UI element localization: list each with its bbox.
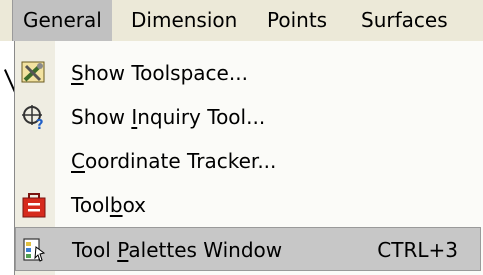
svg-text:?: ?	[36, 118, 44, 130]
menu-item-label: Toolbox	[71, 193, 147, 217]
menu-general[interactable]: General	[12, 0, 112, 41]
general-dropdown-menu: Show Toolspace... ? Show Inquiry Tool...…	[14, 41, 483, 275]
menu-item-label: Tool Palettes Window	[72, 238, 283, 262]
menu-bar: General Dimension Points Surfaces	[0, 0, 483, 41]
menu-surfaces[interactable]: Surfaces	[351, 0, 458, 41]
menu-item-toolbox[interactable]: Toolbox	[15, 183, 481, 227]
menu-item-coordinate-tracker[interactable]: Coordinate Tracker...	[15, 139, 481, 183]
menu-item-show-toolspace[interactable]: Show Toolspace...	[15, 51, 481, 95]
toolspace-icon	[21, 60, 47, 86]
menu-item-tool-palettes-window[interactable]: Tool Palettes Window CTRL+3	[15, 227, 481, 271]
menu-item-label: Coordinate Tracker...	[71, 149, 277, 173]
menu-item-label: Show Toolspace...	[71, 61, 248, 85]
tool-palettes-icon	[22, 237, 48, 263]
menu-dimension[interactable]: Dimension	[121, 0, 247, 41]
menu-item-label: Show Inquiry Tool...	[71, 105, 266, 129]
menu-item-shortcut: CTRL+3	[377, 238, 458, 262]
menu-points[interactable]: Points	[257, 0, 337, 41]
menu-item-show-inquiry-tool[interactable]: ? Show Inquiry Tool...	[15, 95, 481, 139]
toolbox-icon	[21, 192, 47, 218]
inquiry-tool-icon: ?	[21, 104, 47, 133]
